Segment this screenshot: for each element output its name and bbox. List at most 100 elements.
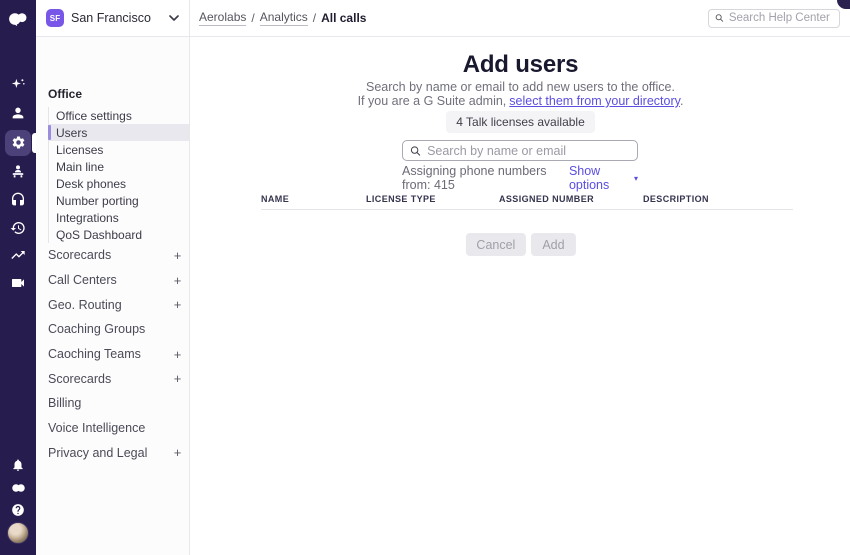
column-header-name: NAME bbox=[261, 194, 289, 204]
rail-item-analytics[interactable] bbox=[5, 242, 31, 268]
breadcrumb-current: All calls bbox=[321, 11, 366, 25]
sidebar-group-caoching-teams[interactable]: Caoching Teams + bbox=[48, 342, 189, 367]
assign-row: Assigning phone numbers from: 415 Show o… bbox=[402, 164, 638, 192]
agent-desk-icon bbox=[10, 163, 26, 179]
table-divider bbox=[261, 209, 793, 210]
assigning-numbers-text: Assigning phone numbers from: 415 bbox=[402, 164, 569, 192]
directory-link[interactable]: select them from your directory bbox=[509, 94, 680, 108]
top-header: SF San Francisco Aerolabs / Analytics / … bbox=[36, 0, 850, 37]
sidebar-group-label: Voice Intelligence bbox=[48, 421, 145, 435]
sidebar-item-licenses[interactable]: Licenses bbox=[49, 141, 189, 158]
sidebar-item-label: QoS Dashboard bbox=[56, 228, 142, 242]
sidebar-item-number-porting[interactable]: Number porting bbox=[49, 192, 189, 209]
sidebar-group-label: Scorecards bbox=[48, 248, 111, 262]
user-search-box[interactable] bbox=[402, 140, 638, 161]
rail-item-agents[interactable] bbox=[5, 158, 31, 184]
workspace-avatar: SF bbox=[46, 9, 64, 27]
user-avatar bbox=[7, 522, 29, 544]
sidebar-group-scorecards-2[interactable]: Scorecards + bbox=[48, 366, 189, 391]
sidebar-group-billing[interactable]: Billing bbox=[48, 391, 189, 416]
users-table-header: NAME LICENSE TYPE ASSIGNED NUMBER DESCRI… bbox=[191, 194, 850, 206]
sidebar-section-title: Office bbox=[48, 87, 82, 101]
expand-plus-icon[interactable]: + bbox=[173, 298, 182, 311]
help-icon bbox=[11, 503, 25, 517]
settings-sidebar: Office Office settings Users Licenses Ma… bbox=[36, 37, 190, 555]
licenses-badge-wrap: 4 Talk licenses available bbox=[191, 111, 850, 133]
dialpad-logo bbox=[5, 6, 31, 32]
show-options-label: Show options bbox=[569, 164, 630, 192]
sidebar-item-label: Desk phones bbox=[56, 177, 126, 191]
breadcrumb: Aerolabs / Analytics / All calls bbox=[190, 0, 366, 36]
rail-item-ai-assistant[interactable] bbox=[5, 71, 31, 97]
headset-icon bbox=[10, 192, 26, 208]
sidebar-groups: Scorecards + Call Centers + Geo. Routing… bbox=[48, 243, 189, 465]
sidebar-group-label: Call Centers bbox=[48, 273, 117, 287]
workspace-name: San Francisco bbox=[71, 11, 151, 25]
chevron-down-icon bbox=[169, 15, 179, 21]
bell-icon bbox=[11, 458, 25, 472]
sidebar-item-office-settings[interactable]: Office settings bbox=[49, 107, 189, 124]
breadcrumb-separator: / bbox=[251, 11, 254, 25]
workspace-switcher[interactable]: SF San Francisco bbox=[36, 0, 190, 36]
sidebar-item-users[interactable]: Users bbox=[49, 124, 189, 141]
rail-item-profile[interactable] bbox=[5, 520, 31, 546]
sidebar-item-qos-dashboard[interactable]: QoS Dashboard bbox=[49, 226, 189, 243]
expand-plus-icon[interactable]: + bbox=[173, 274, 182, 287]
page-title: Add users bbox=[191, 51, 850, 79]
add-button[interactable]: Add bbox=[531, 233, 575, 256]
sidebar-item-label: Integrations bbox=[56, 211, 119, 225]
subtitle-suffix: . bbox=[680, 94, 683, 108]
breadcrumb-link-aerolabs[interactable]: Aerolabs bbox=[199, 10, 246, 26]
rail-item-support[interactable] bbox=[5, 187, 31, 213]
sidebar-group-scorecards[interactable]: Scorecards + bbox=[48, 243, 189, 268]
sidebar-group-privacy-and-legal[interactable]: Privacy and Legal + bbox=[48, 441, 189, 466]
sidebar-item-integrations[interactable]: Integrations bbox=[49, 209, 189, 226]
sidebar-item-label: Main line bbox=[56, 160, 104, 174]
trending-up-icon bbox=[10, 247, 26, 263]
caret-down-icon: ▾ bbox=[634, 174, 638, 183]
breadcrumb-separator: / bbox=[313, 11, 316, 25]
breadcrumb-link-analytics[interactable]: Analytics bbox=[260, 10, 308, 26]
sidebar-item-desk-phones[interactable]: Desk phones bbox=[49, 175, 189, 192]
sidebar-group-call-centers[interactable]: Call Centers + bbox=[48, 268, 189, 293]
rail-item-meetings[interactable] bbox=[5, 270, 31, 296]
expand-plus-icon[interactable]: + bbox=[173, 372, 182, 385]
search-icon bbox=[715, 13, 724, 23]
cancel-button[interactable]: Cancel bbox=[465, 233, 526, 256]
sidebar-group-geo-routing[interactable]: Geo. Routing + bbox=[48, 292, 189, 317]
help-search-box[interactable] bbox=[708, 9, 840, 28]
gear-icon bbox=[11, 135, 26, 150]
person-icon bbox=[10, 105, 26, 121]
sidebar-group-label: Coaching Groups bbox=[48, 322, 145, 336]
sidebar-group-label: Billing bbox=[48, 396, 81, 410]
sidebar-group-label: Scorecards bbox=[48, 372, 111, 386]
rail-item-settings-active[interactable] bbox=[5, 129, 31, 155]
main-content: Add users Search by name or email to add… bbox=[191, 37, 850, 555]
rail-item-history[interactable] bbox=[5, 215, 31, 241]
video-camera-icon bbox=[10, 275, 26, 291]
expand-plus-icon[interactable]: + bbox=[173, 348, 182, 361]
sidebar-group-label: Privacy and Legal bbox=[48, 446, 147, 460]
expand-plus-icon[interactable]: + bbox=[173, 446, 182, 459]
ai-sparkles-icon bbox=[10, 76, 27, 93]
help-search-input[interactable] bbox=[729, 12, 833, 24]
user-search-input[interactable] bbox=[427, 144, 630, 158]
form-actions: Cancel Add bbox=[465, 233, 575, 256]
column-header-assigned-number: ASSIGNED NUMBER bbox=[499, 194, 594, 204]
expand-plus-icon[interactable]: + bbox=[173, 249, 182, 262]
sidebar-item-main-line[interactable]: Main line bbox=[49, 158, 189, 175]
column-header-license-type: LICENSE TYPE bbox=[366, 194, 436, 204]
sidebar-item-label: Office settings bbox=[56, 109, 132, 123]
icon-rail bbox=[0, 0, 36, 555]
show-options-link[interactable]: Show options ▾ bbox=[569, 164, 638, 192]
column-header-description: DESCRIPTION bbox=[643, 194, 709, 204]
dialpad-logo-icon bbox=[7, 11, 29, 27]
sidebar-group-label: Caoching Teams bbox=[48, 347, 141, 361]
sidebar-group-voice-intelligence[interactable]: Voice Intelligence bbox=[48, 416, 189, 441]
app-window: SF San Francisco Aerolabs / Analytics / … bbox=[0, 0, 850, 555]
sidebar-group-coaching-groups[interactable]: Coaching Groups bbox=[48, 317, 189, 342]
active-rail-indicator bbox=[32, 133, 36, 153]
rail-item-contacts[interactable] bbox=[5, 100, 31, 126]
history-clock-icon bbox=[10, 220, 26, 236]
sidebar-item-label: Licenses bbox=[56, 143, 103, 157]
